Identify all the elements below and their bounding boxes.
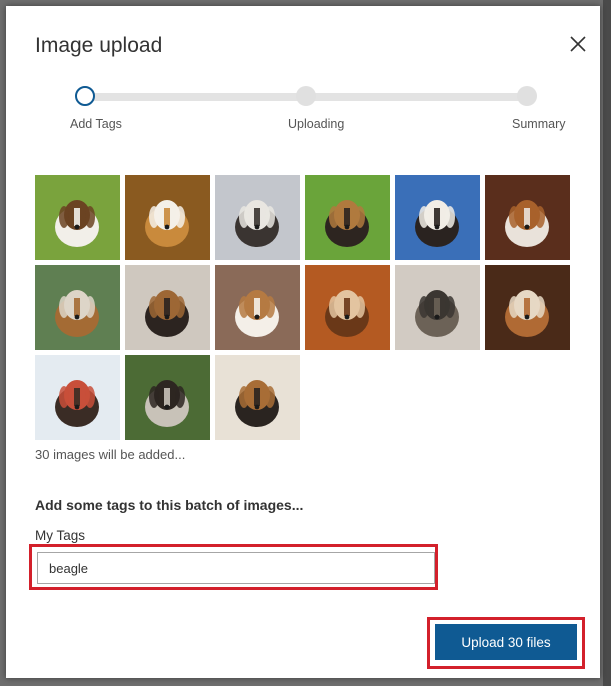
beagle-photo-3 [215,175,300,260]
beagle-photo-12 [485,265,570,350]
beagle-photo-7 [35,265,120,350]
beagle-photo-13 [35,355,120,440]
beagle-photo-8 [125,265,210,350]
image-upload-dialog: Image upload Add Tags Uploading Summary … [6,6,600,678]
my-tags-label: My Tags [35,528,86,543]
backdrop-edge [603,0,611,686]
dialog-title: Image upload [35,34,163,57]
step-dot-uploading [296,86,316,106]
beagle-photo-6 [485,175,570,260]
beagle-photo-15 [215,355,300,440]
step-label-summary: Summary [512,117,566,131]
beagle-photo-9 [215,265,300,350]
step-dot-add-tags [75,86,95,106]
step-dot-summary [517,86,537,106]
beagle-photo-4 [305,175,390,260]
progress-stepper: Add Tags Uploading Summary [6,86,600,136]
close-icon[interactable] [566,32,590,56]
step-label-add-tags: Add Tags [70,117,122,131]
tags-section-heading: Add some tags to this batch of images... [35,497,304,513]
step-label-uploading: Uploading [288,117,345,131]
beagle-photo-1 [35,175,120,260]
beagle-photo-2 [125,175,210,260]
beagle-photo-5 [395,175,480,260]
beagle-photo-14 [125,355,210,440]
tags-input[interactable] [37,552,435,584]
upload-button[interactable]: Upload 30 files [435,624,577,660]
beagle-photo-11 [395,265,480,350]
image-count-text: 30 images will be added... [35,447,186,462]
beagle-photo-10 [305,265,390,350]
